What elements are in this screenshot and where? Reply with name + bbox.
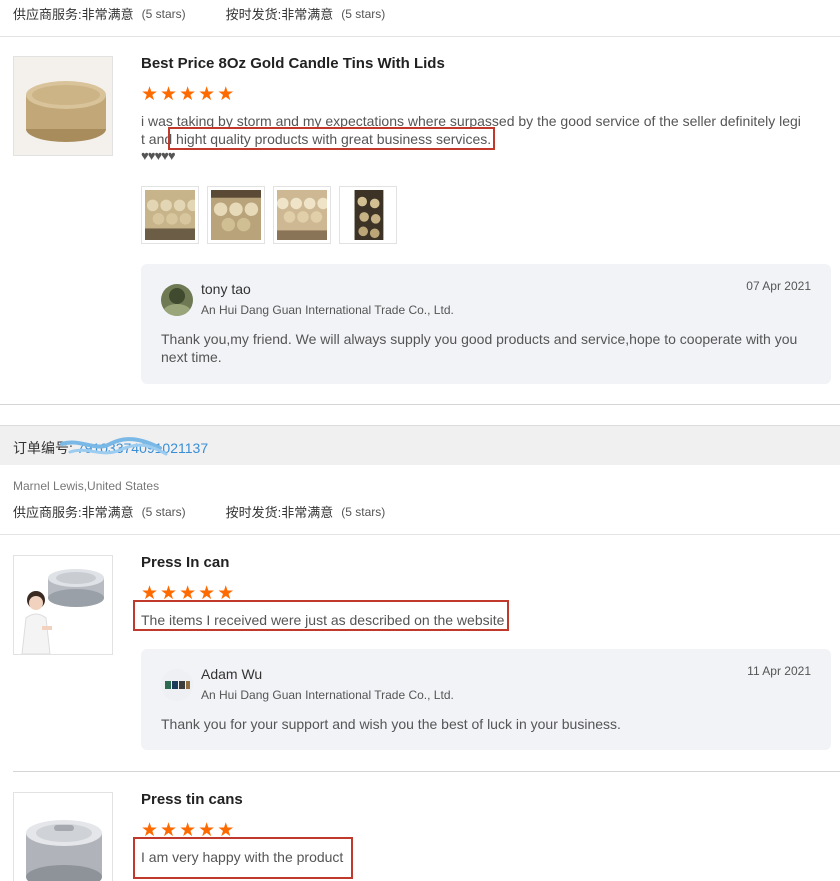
heart-icons: ♥♥♥♥♥ — [141, 148, 176, 163]
review-photo[interactable] — [207, 186, 265, 244]
divider — [0, 36, 840, 37]
reply-date: 07 Apr 2021 — [746, 279, 811, 293]
review-photo[interactable] — [141, 186, 199, 244]
product-title[interactable]: Best Price 8Oz Gold Candle Tins With Lid… — [141, 55, 445, 72]
redaction-scribble — [60, 437, 168, 456]
reply-company: An Hui Dang Guan International Trade Co.… — [201, 688, 454, 702]
review-text: I am very happy with the product — [141, 849, 344, 865]
review-text: i was taking by storm and my expectation… — [141, 112, 801, 148]
reply-author-name: Adam Wu — [201, 666, 263, 682]
review-photo[interactable] — [273, 186, 331, 244]
shipping-value: 非常满意 — [281, 505, 334, 520]
divider — [13, 771, 840, 772]
star-icon: ★ — [141, 84, 159, 105]
star-icon: ★ — [141, 583, 159, 604]
star-icon: ★ — [198, 84, 216, 105]
shipping-value: 非常满意 — [281, 7, 334, 22]
rating-row-top: 供应商服务: 非常满意 (5 stars) 按时发货: 非常满意 (5 star… — [13, 4, 385, 23]
supplier-service-value: 非常满意 — [81, 7, 134, 22]
product-title[interactable]: Press In can — [141, 554, 229, 571]
star-icon: ★ — [179, 583, 197, 604]
review-photo[interactable] — [339, 186, 397, 244]
avatar — [161, 669, 193, 701]
star-icon: ★ — [198, 583, 216, 604]
reply-author-name: tony tao — [201, 281, 251, 297]
star-icon: ★ — [160, 84, 178, 105]
seller-reply: Adam Wu An Hui Dang Guan International T… — [141, 649, 831, 750]
reply-company: An Hui Dang Guan International Trade Co.… — [201, 303, 454, 317]
order-header: 订单编号: 79103374091021137 — [0, 425, 840, 465]
star-icon: ★ — [217, 84, 235, 105]
divider — [0, 404, 840, 405]
product-thumbnail[interactable] — [13, 555, 113, 655]
reply-message: Thank you,my friend. We will always supp… — [161, 331, 798, 365]
review-text-line1: i was taking by storm and my expectation… — [141, 113, 801, 129]
supplier-service-label: 供应商服务: — [13, 7, 82, 22]
supplier-service-label: 供应商服务: — [13, 505, 82, 520]
buyer-name: Marnel Lewis,United States — [13, 479, 160, 493]
reply-message: Thank you for your support and wish you … — [161, 716, 621, 732]
divider — [0, 534, 840, 535]
product-title[interactable]: Press tin cans — [141, 791, 243, 808]
star-icon: ★ — [217, 820, 235, 841]
supplier-service-stars: (5 stars) — [141, 504, 186, 519]
reply-date: 11 Apr 2021 — [747, 664, 811, 678]
seller-reply: tony tao An Hui Dang Guan International … — [141, 264, 831, 384]
star-icon: ★ — [141, 820, 159, 841]
supplier-service-stars: (5 stars) — [141, 6, 186, 21]
shipping-stars: (5 stars) — [341, 6, 386, 21]
review-text-line2a: t and — [141, 131, 177, 147]
review-text-highlight: hight quality products with great busine… — [176, 131, 492, 147]
star-icon: ★ — [179, 84, 197, 105]
shipping-stars: (5 stars) — [341, 504, 386, 519]
star-icon: ★ — [198, 820, 216, 841]
avatar — [161, 284, 193, 316]
product-thumbnail[interactable] — [13, 792, 113, 881]
shipping-label: 按时发货: — [225, 505, 282, 520]
star-rating: ★ ★ ★ ★ ★ — [141, 821, 234, 840]
star-icon: ★ — [217, 583, 235, 604]
supplier-service-value: 非常满意 — [81, 505, 134, 520]
shipping-label: 按时发货: — [225, 7, 282, 22]
review-text: The items I received were just as descri… — [141, 612, 505, 628]
product-thumbnail[interactable] — [13, 56, 113, 156]
star-icon: ★ — [179, 820, 197, 841]
star-rating: ★ ★ ★ ★ ★ — [141, 85, 234, 104]
rating-row: 供应商服务: 非常满意 (5 stars) 按时发货: 非常满意 (5 star… — [13, 502, 385, 521]
star-icon: ★ — [160, 820, 178, 841]
star-icon: ★ — [160, 583, 178, 604]
star-rating: ★ ★ ★ ★ ★ — [141, 584, 234, 603]
